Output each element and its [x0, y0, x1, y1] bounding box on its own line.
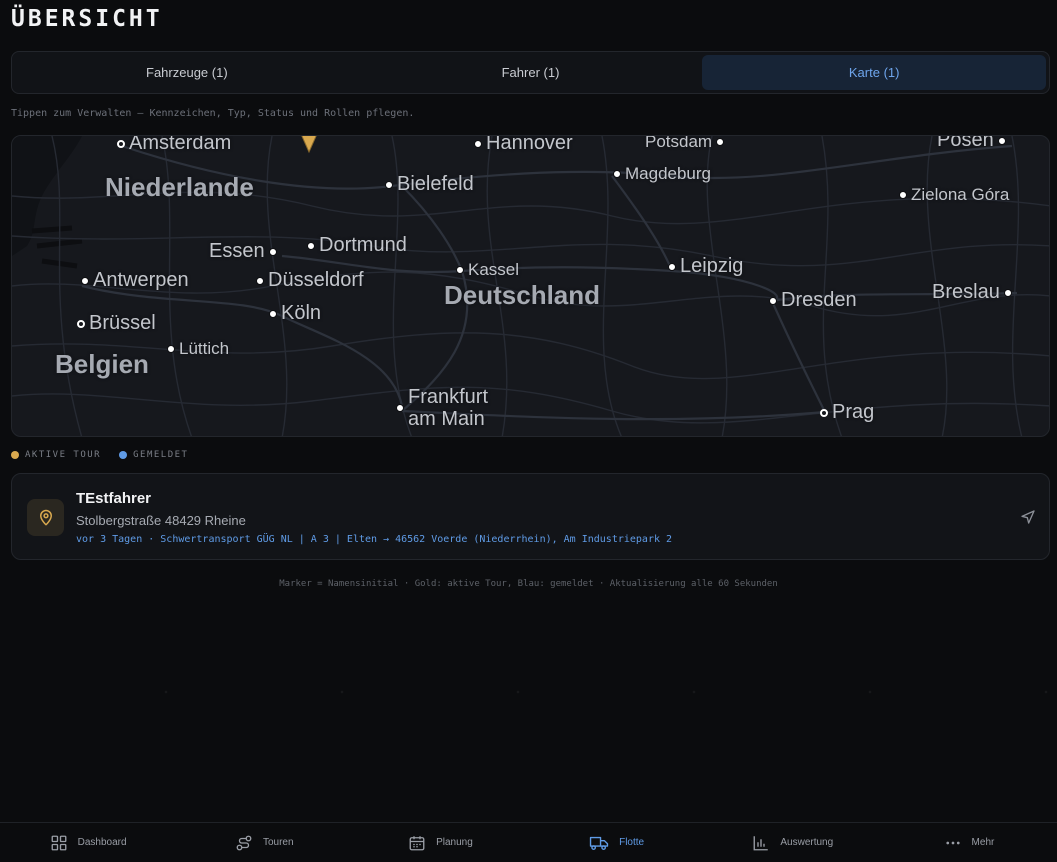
city-marker	[396, 404, 404, 412]
city-essen: Essen	[209, 240, 277, 263]
more-icon	[945, 841, 960, 844]
city-duesseldorf: Düsseldorf	[256, 269, 364, 292]
city-frankfurt: Frankfurt am Main	[396, 386, 488, 430]
city-marker	[1003, 288, 1012, 297]
blue-dot-icon	[119, 451, 128, 459]
driver-card[interactable]: TEstfahrer Stolbergstraße 48429 Rheine v…	[11, 473, 1050, 560]
truck-icon	[589, 836, 609, 850]
nav-mehr[interactable]: Mehr	[881, 823, 1057, 862]
nav-flotte[interactable]: Flotte	[529, 823, 705, 862]
view-tabs: Fahrzeuge (1) Fahrer (1) Karte (1)	[11, 51, 1050, 94]
nav-touren[interactable]: Touren	[176, 823, 352, 862]
driver-name: TEstfahrer	[76, 490, 152, 507]
city-marker	[117, 139, 125, 148]
city-marker	[820, 408, 828, 417]
tab-vehicles[interactable]: Fahrzeuge (1)	[15, 55, 359, 90]
hint-text: Tippen zum Verwalten — Kennzeichen, Typ,…	[11, 108, 415, 119]
nav-dashboard[interactable]: Dashboard	[0, 823, 176, 862]
city-marker	[269, 309, 277, 318]
nav-auswertung[interactable]: Auswertung	[705, 823, 881, 862]
city-magdeburg: Magdeburg	[613, 164, 711, 184]
grid-icon	[51, 835, 67, 850]
tab-drivers[interactable]: Fahrer (1)	[359, 55, 703, 90]
map-legend: AKTIVE TOUR GEMELDET	[11, 450, 188, 460]
city-marker	[474, 139, 482, 148]
city-posen: Posen	[937, 136, 1006, 152]
city-marker	[613, 170, 621, 178]
city-dortmund: Dortmund	[307, 234, 407, 257]
city-prag: Prag	[820, 401, 874, 424]
country-label: Niederlande	[105, 172, 254, 202]
bottom-navigation: Dashboard Touren Planung Flotte Auswertu…	[0, 822, 1057, 862]
city-marker	[456, 266, 464, 274]
city-marker	[716, 138, 725, 146]
city-marker	[81, 276, 89, 285]
city-marker	[385, 180, 393, 189]
city-marker	[668, 262, 676, 271]
city-breslau: Breslau	[932, 281, 1012, 304]
map-footnote: Marker = Namensinitial · Gold: aktive To…	[279, 579, 778, 589]
city-marker	[268, 247, 277, 256]
city-marker	[769, 296, 777, 305]
city-zielona-gora: Zielona Góra	[899, 185, 1009, 205]
city-marker	[997, 136, 1006, 145]
route-icon	[236, 835, 252, 850]
city-marker	[167, 345, 175, 353]
country-label: Belgien	[55, 349, 149, 379]
city-marker	[77, 319, 85, 328]
navigate-icon[interactable]	[1020, 509, 1036, 530]
city-antwerpen: Antwerpen	[81, 269, 189, 292]
city-leipzig: Leipzig	[668, 255, 743, 278]
driver-location-marker[interactable]	[299, 135, 319, 154]
city-bielefeld: Bielefeld	[385, 173, 474, 196]
bar-chart-icon	[753, 835, 769, 850]
city-bruessel: Brüssel	[77, 312, 156, 335]
city-kassel: Kassel	[456, 260, 519, 280]
city-marker	[899, 191, 907, 199]
city-hannover: Hannover	[474, 136, 573, 155]
country-label: Deutschland	[444, 280, 601, 310]
nav-planung[interactable]: Planung	[352, 823, 528, 862]
driver-tour-info: vor 3 Tagen · Schwertransport GÜG NL | A…	[76, 534, 673, 545]
calendar-icon	[409, 835, 425, 850]
city-dresden: Dresden	[769, 289, 857, 312]
legend-reported: GEMELDET	[119, 450, 188, 460]
page-title: ÜBERSICHT	[11, 6, 163, 32]
city-amsterdam: Amsterdam	[117, 136, 231, 155]
gold-dot-icon	[11, 451, 19, 459]
city-marker	[256, 276, 264, 285]
city-marker	[307, 241, 315, 250]
city-luettich: Lüttich	[167, 339, 229, 359]
location-pin-icon	[27, 499, 64, 536]
driver-address: Stolbergstraße 48429 Rheine	[76, 513, 246, 528]
fleet-map[interactable]: Amsterdam Hannover Potsdam Posen Bielefe…	[11, 135, 1050, 437]
city-potsdam: Potsdam	[645, 136, 725, 152]
legend-active-tour: AKTIVE TOUR	[11, 450, 101, 460]
tab-map[interactable]: Karte (1)	[702, 55, 1047, 90]
city-koeln: Köln	[269, 302, 321, 325]
